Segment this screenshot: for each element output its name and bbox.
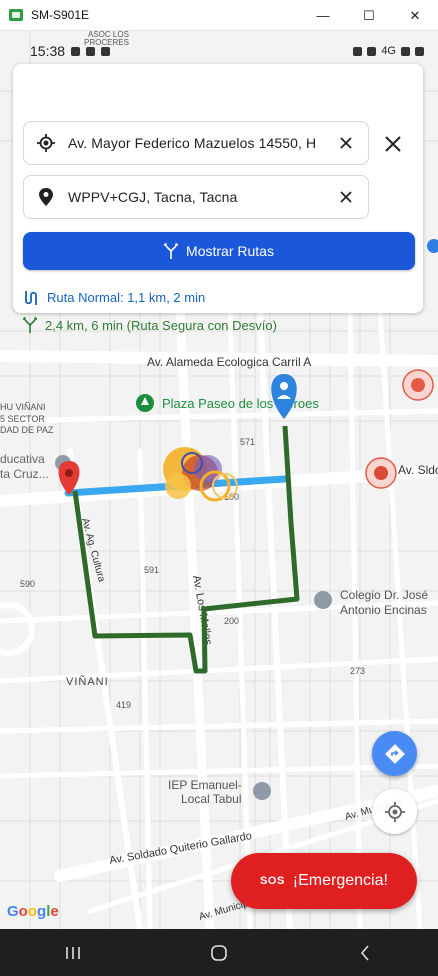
destination-input[interactable]: WPPV+CGJ, Tacna, Tacna [68,189,324,205]
google-logo-letter: e [50,903,59,920]
map-label-591: 591 [144,565,159,575]
notification-icon [71,46,81,56]
normal-route-text: Ruta Normal: 1,1 km, 2 min [47,290,206,305]
place-icon [24,188,68,206]
emulator-titlebar: SM-S901E — ☐ ✕ [0,0,438,31]
google-logo-letter: G [7,903,19,920]
emergency-label: ¡Emergencia! [292,872,388,889]
sos-icon: SOS [260,875,285,887]
close-icon [340,191,352,203]
network-type: 4G [381,45,396,57]
clear-origin-button[interactable] [324,137,368,149]
map-label-alameda: Av. Alameda Ecologica Carril A [147,355,311,369]
map-label-sector: 5 SECTOR [0,414,45,424]
directions-icon [384,743,405,764]
google-logo-letter: g [37,903,47,920]
route-icon [25,290,37,305]
recents-icon [66,946,80,959]
safe-route-info: 2,4 km, 6 min (Ruta Segura con Desvío) [23,317,277,333]
google-logo-letter: o [18,903,28,920]
map-label-colegio-1: Colegio Dr. José [340,588,428,602]
close-panel-button[interactable] [377,131,409,157]
map-label-colegio-2: Antonio Encinas [340,603,427,617]
map-label-educativa: ducativa [0,452,45,466]
map-label-plaza: Plaza Paseo de los Héroes [162,396,319,411]
emergency-button[interactable]: SOS ¡Emergencia! [231,853,417,909]
android-nav-bar [0,929,438,976]
show-routes-button[interactable]: Mostrar Rutas [23,232,415,270]
minimize-button[interactable]: — [300,0,346,31]
origin-field[interactable]: Av. Mayor Federico Mazuelos 14550, H [23,121,369,165]
map-label-419: 419 [116,700,131,710]
window-controls: — ☐ ✕ [300,0,438,31]
map-label-273: 273 [350,666,365,676]
route-search-panel: Av. Mayor Federico Mazuelos 14550, H WPP… [13,64,423,333]
alarm-icon [353,46,363,56]
fork-icon [23,317,37,333]
close-icon [340,137,352,149]
back-button[interactable] [335,938,395,968]
map-label-ie-1: IEP Emanuel- [168,778,242,792]
battery-icon [415,46,424,56]
normal-route-info: Ruta Normal: 1,1 km, 2 min [23,290,205,305]
map-label-vinani: VIÑANI [66,675,109,688]
home-button[interactable] [189,938,249,968]
back-icon [360,944,369,961]
recents-button[interactable] [43,938,103,968]
maximize-button[interactable]: ☐ [346,0,392,31]
google-logo-letter: o [27,903,38,920]
destination-field[interactable]: WPPV+CGJ, Tacna, Tacna [23,175,369,219]
my-location-icon [24,134,68,152]
close-icon [385,136,401,152]
show-routes-label: Mostrar Rutas [186,243,274,259]
fork-icon [164,243,179,259]
safe-route-text: 2,4 km, 6 min (Ruta Segura con Desvío) [45,317,277,333]
map-label-hu-vinani: HU VIÑANI [0,402,46,412]
map-label-590: 590 [20,579,35,589]
phone-screen: ASOC LOS PROCERES Av. Alameda Ecologica … [0,31,438,976]
map-label-cruz: ta Cruz... [0,467,49,481]
google-logo: Google [7,903,59,920]
close-window-button[interactable]: ✕ [392,0,438,31]
signal-icon [401,46,410,56]
locate-icon [384,801,405,822]
map-label-200: 200 [224,616,239,626]
status-time: 15:38 [30,43,66,59]
clear-destination-button[interactable] [324,191,368,203]
map-label-dad: DAD DE PAZ [0,425,54,435]
directions-button[interactable] [372,731,417,776]
vibrate-icon [367,46,377,56]
map-label-571: 571 [240,437,255,447]
origin-input[interactable]: Av. Mayor Federico Mazuelos 14550, H [68,135,324,151]
map-label-soldado: Av. Sldo. E [398,463,438,477]
map-label-ie-2: Local Tabul [181,792,242,806]
gmail-icon [101,46,111,56]
image-icon [86,46,96,56]
my-location-button[interactable] [372,789,417,834]
app-icon [9,9,23,21]
window-title: SM-S901E [31,8,90,22]
home-icon [211,944,227,961]
